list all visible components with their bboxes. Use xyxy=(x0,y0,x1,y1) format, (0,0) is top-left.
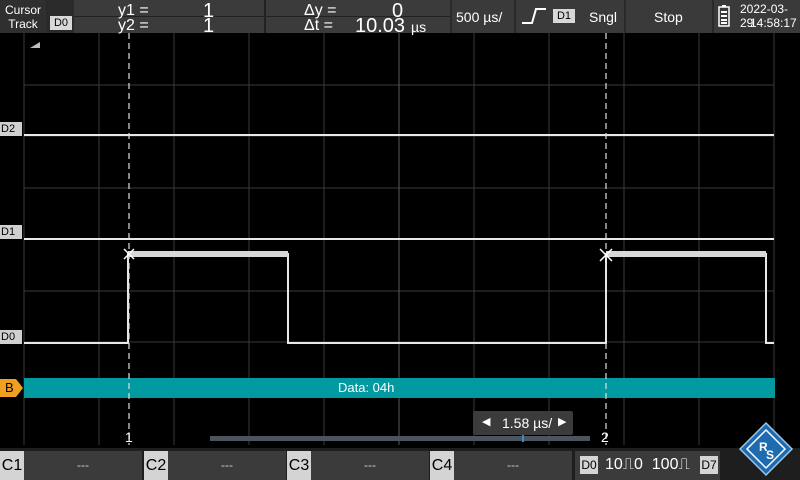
zoom-scrollbar-track xyxy=(210,436,590,441)
logic-left-tag: D0 xyxy=(580,456,598,474)
channel-label-d2[interactable]: D2 xyxy=(0,122,22,136)
bus-tag-label: B xyxy=(5,380,14,395)
cursor-mode-line2: Track xyxy=(8,17,38,31)
d0-high-segment-2 xyxy=(606,251,766,257)
d0-high-segment-1 xyxy=(128,251,288,257)
channel-value-c1: --- xyxy=(77,458,89,472)
battery-icon xyxy=(718,5,730,27)
trigger-source-badge: D1 xyxy=(553,9,575,23)
channel-tag-c4[interactable]: C4 xyxy=(430,451,454,480)
channel-tag-c3[interactable]: C3 xyxy=(287,451,311,480)
waveform-display[interactable] xyxy=(0,33,800,448)
svg-text:S: S xyxy=(766,448,774,462)
channel-tag-c2[interactable]: C2 xyxy=(144,451,168,480)
trigger-position-icon xyxy=(30,42,40,48)
zoom-scrollbar-thumb xyxy=(522,434,524,442)
run-state: Stop xyxy=(654,9,683,25)
logic-right-tag: D7 xyxy=(700,456,718,474)
channel-label-d1[interactable]: D1 xyxy=(0,225,22,239)
zoom-increase-icon[interactable]: ▶ xyxy=(558,415,566,428)
channel-tag-c1[interactable]: C1 xyxy=(0,451,24,480)
channel-value-c3: --- xyxy=(364,458,376,472)
cursor-source-badge[interactable]: D0 xyxy=(50,16,72,30)
cursor-mode[interactable]: Cursor Track xyxy=(0,0,46,33)
logic-thresholds: 10⎍0 100⎍ xyxy=(605,456,690,473)
cursor-1-label: 1 xyxy=(125,429,133,445)
channel-label-d0[interactable]: D0 xyxy=(0,330,22,344)
bus-band xyxy=(24,378,775,398)
channel-value-c2: --- xyxy=(221,458,233,472)
zoom-decrease-icon[interactable]: ◀ xyxy=(482,415,490,428)
trigger-mode: Sngl xyxy=(589,9,618,25)
zoom-value: 1.58 µs/ xyxy=(502,415,553,431)
channel-value-c4: --- xyxy=(507,458,519,472)
brand-logo-icon[interactable]: R S xyxy=(738,421,794,477)
rising-edge-icon xyxy=(522,8,546,24)
time-text: 14:58:17 xyxy=(750,16,797,30)
zoom-control[interactable]: ◀ 1.58 µs/ ▶ xyxy=(473,411,573,435)
cursor-mode-line1: Cursor xyxy=(4,3,41,17)
timebase-value: 500 µs/ xyxy=(456,9,503,25)
bus-decode-text: Data: 04h xyxy=(338,380,395,395)
cursor-2-label: 2 xyxy=(601,429,609,445)
